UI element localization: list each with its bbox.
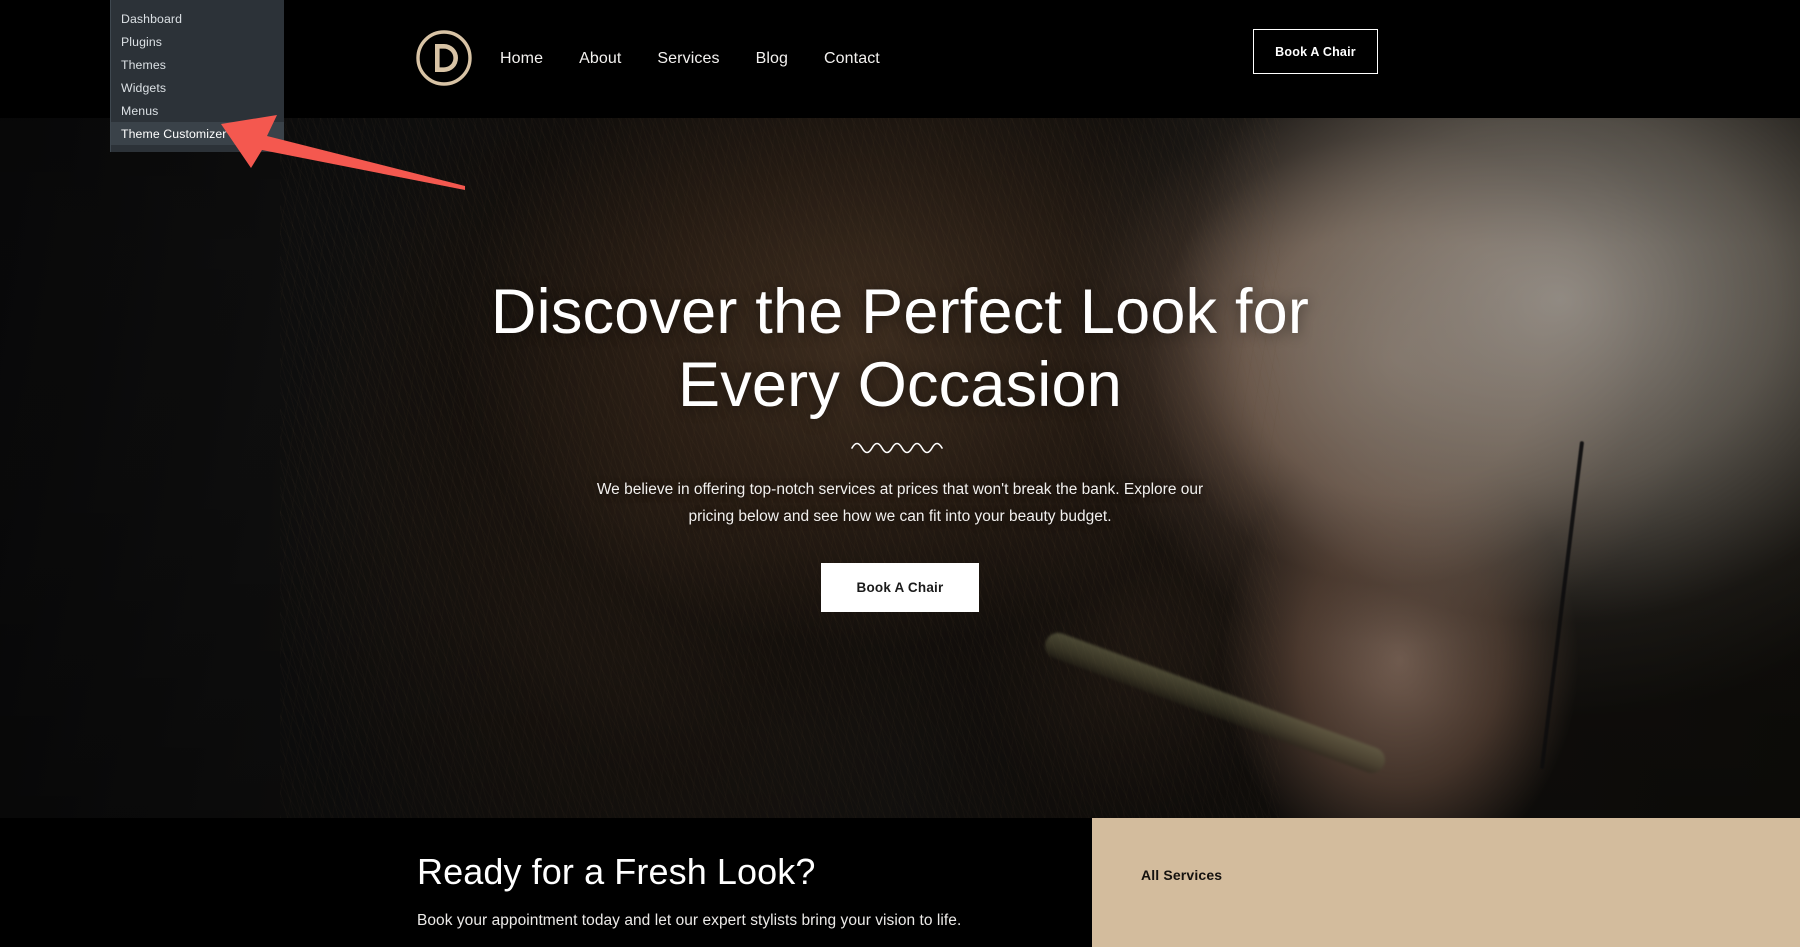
menu-item-menus[interactable]: Menus bbox=[111, 99, 284, 122]
nav-link-services[interactable]: Services bbox=[657, 50, 719, 68]
all-services-label: All Services bbox=[1141, 867, 1223, 883]
bottom-heading: Ready for a Fresh Look? bbox=[417, 851, 816, 892]
nav-link-home[interactable]: Home bbox=[500, 50, 543, 68]
bottom-section: Ready for a Fresh Look? Book your appoin… bbox=[0, 818, 1800, 947]
header-book-a-chair-button[interactable]: Book A Chair bbox=[1253, 29, 1378, 74]
all-services-panel[interactable]: All Services bbox=[1092, 818, 1800, 947]
nav-link-contact[interactable]: Contact bbox=[824, 50, 880, 68]
bottom-dark-panel: Ready for a Fresh Look? Book your appoin… bbox=[0, 818, 1092, 947]
menu-item-widgets[interactable]: Widgets bbox=[111, 76, 284, 99]
menu-item-dashboard[interactable]: Dashboard bbox=[111, 7, 284, 30]
hero-title-line-2: Every Occasion bbox=[678, 349, 1122, 420]
hero-title: Discover the Perfect Look for Every Occa… bbox=[491, 276, 1309, 422]
hero-book-a-chair-button[interactable]: Book A Chair bbox=[820, 563, 980, 613]
menu-item-plugins[interactable]: Plugins bbox=[111, 30, 284, 53]
wavy-divider-icon bbox=[851, 442, 943, 454]
hero-title-line-1: Discover the Perfect Look for bbox=[490, 276, 1310, 347]
menu-item-themes[interactable]: Themes bbox=[111, 53, 284, 76]
nav-link-blog[interactable]: Blog bbox=[756, 50, 788, 68]
admin-dropdown-menu: Dashboard Plugins Themes Widgets Menus T… bbox=[110, 0, 284, 152]
hero-paragraph: We believe in offering top-notch service… bbox=[596, 480, 1204, 526]
nav-link-about[interactable]: About bbox=[579, 50, 621, 68]
page-root: Discover the Perfect Look for Every Occa… bbox=[0, 0, 1800, 947]
bottom-subheading: Book your appointment today and let our … bbox=[417, 912, 962, 929]
menu-item-theme-customizer[interactable]: Theme Customizer bbox=[111, 122, 284, 145]
primary-navigation: Home About Services Blog Contact bbox=[500, 0, 880, 118]
divi-logo-icon[interactable] bbox=[413, 27, 475, 89]
